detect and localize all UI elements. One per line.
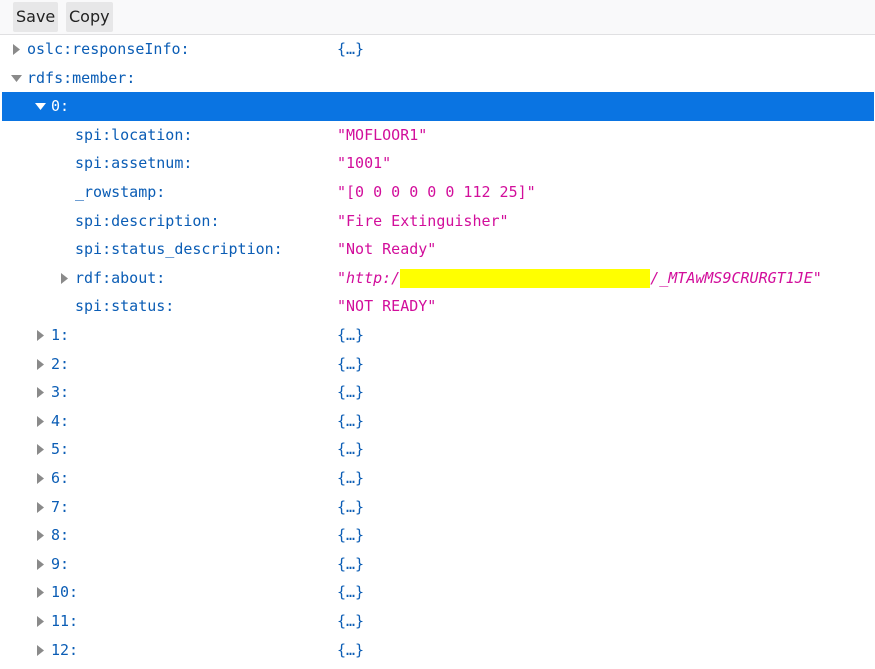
tree-key: 2: — [51, 354, 70, 373]
tree-value: {…} — [337, 612, 365, 630]
chevron-right-icon[interactable] — [36, 435, 48, 464]
tree-key: spi:assetnum: — [75, 154, 193, 173]
chevron-right-icon[interactable] — [36, 521, 48, 550]
tree-row-member[interactable]: 3: {…} — [2, 378, 874, 407]
tree-value: {…} — [337, 354, 365, 373]
tree-key: 0: — [51, 97, 70, 116]
tree-row-field[interactable]: spi:description: "Fire Extinguisher" — [2, 207, 874, 236]
tree-row-response-info[interactable]: oslc:responseInfo: {…} — [2, 35, 874, 64]
tree-row-member[interactable]: 10: {…} — [2, 578, 874, 607]
chevron-right-icon[interactable] — [36, 636, 48, 665]
tree-key: 11: — [51, 612, 79, 630]
tree-row-member[interactable]: 11: {…} — [2, 607, 874, 636]
tree-value: {…} — [337, 440, 365, 459]
tree-key: rdfs:member: — [27, 68, 136, 87]
tree-row-member[interactable]: 6: {…} — [2, 464, 874, 493]
tree-key: oslc:responseInfo: — [27, 40, 190, 58]
tree-value: {…} — [337, 469, 365, 487]
tree-key: 9: — [51, 554, 70, 573]
tree-row-rdf-about[interactable]: rdf:about: "http:/ /_MTAwMS9CRURGT1JE" — [2, 264, 874, 293]
tree-row-member[interactable]: 4: {…} — [2, 407, 874, 436]
tree-key: spi:status_description: — [75, 240, 283, 259]
chevron-right-icon[interactable] — [36, 407, 48, 436]
tree-key: 7: — [51, 497, 70, 516]
toolbar: Save Copy — [0, 0, 875, 35]
chevron-right-icon[interactable] — [12, 35, 24, 64]
chevron-right-icon[interactable] — [36, 550, 48, 579]
tree-row-member[interactable]: 12: {…} — [2, 636, 874, 665]
tree-value: "NOT READY" — [337, 297, 437, 316]
tree-key: spi:status: — [75, 297, 175, 316]
tree-row-member[interactable]: 9: {…} — [2, 550, 874, 579]
tree-value: "Not Ready" — [337, 240, 437, 259]
tree-row-field[interactable]: spi:status_description: "Not Ready" — [2, 235, 874, 264]
tree-key: 10: — [51, 583, 79, 602]
chevron-right-icon[interactable] — [36, 464, 48, 493]
chevron-right-icon[interactable] — [60, 264, 72, 293]
tree-value: {…} — [337, 383, 365, 402]
copy-button[interactable]: Copy — [66, 2, 113, 32]
tree-row-member-0[interactable]: 0: — [2, 92, 874, 121]
tree-value: "1001" — [337, 154, 392, 173]
save-button[interactable]: Save — [13, 2, 59, 32]
tree-value: {…} — [337, 40, 365, 58]
tree-key: 4: — [51, 411, 70, 430]
tree-value: {…} — [337, 411, 365, 430]
tree-value: "MOFLOOR1" — [337, 125, 428, 144]
tree-key: 8: — [51, 526, 70, 545]
about-link-suffix: /_MTAwMS9CRURGT1JE" — [650, 268, 822, 287]
chevron-right-icon[interactable] — [36, 578, 48, 607]
tree-key: 12: — [51, 640, 79, 659]
tree-key: 3: — [51, 383, 70, 402]
tree-key: 1: — [51, 326, 70, 344]
tree-value: "[0 0 0 0 0 0 112 25]" — [337, 183, 536, 201]
tree-value: {…} — [337, 526, 365, 545]
tree-value: {…} — [337, 640, 365, 659]
tree-key: spi:description: — [75, 211, 220, 230]
tree-row-member[interactable]: 1: {…} — [2, 321, 874, 350]
tree-value: {…} — [337, 326, 365, 344]
tree-row-member[interactable]: 5: {…} — [2, 435, 874, 464]
chevron-down-icon[interactable] — [10, 64, 22, 93]
tree-row-member[interactable]: 7: {…} — [2, 493, 874, 522]
tree-value: {…} — [337, 583, 365, 602]
tree-value: "Fire Extinguisher" — [337, 211, 509, 230]
tree-value: {…} — [337, 554, 365, 573]
chevron-right-icon[interactable] — [36, 493, 48, 522]
tree-value: {…} — [337, 497, 365, 516]
chevron-right-icon[interactable] — [36, 607, 48, 636]
tree-row-field[interactable]: spi:location: "MOFLOOR1" — [2, 121, 874, 150]
about-link-prefix: "http:/ — [337, 268, 401, 287]
about-link-value[interactable]: "http:/ /_MTAwMS9CRURGT1JE" — [337, 264, 822, 293]
tree-key: 6: — [51, 469, 70, 487]
tree-row-field[interactable]: spi:assetnum: "1001" — [2, 149, 874, 178]
chevron-right-icon[interactable] — [36, 378, 48, 407]
tree-row-rdfs-member[interactable]: rdfs:member: — [2, 64, 874, 93]
tree-row-field[interactable]: spi:status: "NOT READY" — [2, 292, 874, 321]
tree-key: spi:location: — [75, 125, 193, 144]
redaction-highlight — [400, 268, 651, 288]
chevron-right-icon[interactable] — [36, 350, 48, 379]
tree-key: _rowstamp: — [75, 183, 166, 201]
tree-row-field[interactable]: _rowstamp: "[0 0 0 0 0 0 112 25]" — [2, 178, 874, 207]
tree-row-member[interactable]: 2: {…} — [2, 350, 874, 379]
tree-key: rdf:about: — [75, 268, 166, 287]
chevron-down-icon[interactable] — [34, 92, 46, 121]
tree-key: 5: — [51, 440, 70, 459]
chevron-right-icon[interactable] — [36, 321, 48, 350]
tree-row-member[interactable]: 8: {…} — [2, 521, 874, 550]
